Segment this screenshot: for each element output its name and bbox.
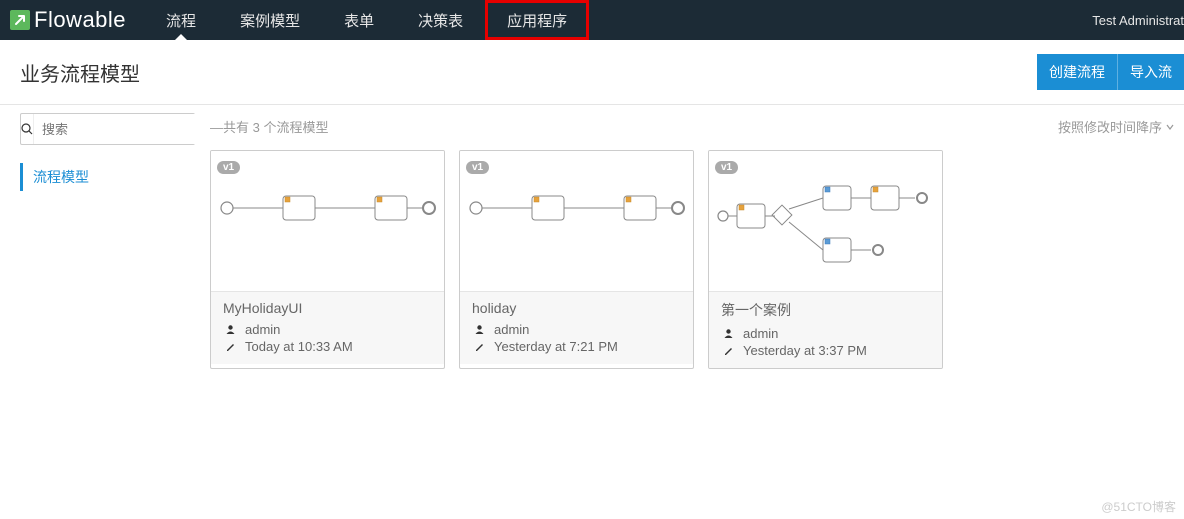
bpmn-diagram-icon [715, 178, 936, 281]
logo-text: Flowable [34, 7, 126, 33]
model-modified: Today at 10:33 AM [223, 339, 432, 354]
logo-icon [10, 10, 30, 30]
nav-tabs: 流程案例模型表单决策表应用程序 [144, 0, 589, 40]
model-count: —共有 3 个流程模型 [210, 117, 328, 136]
search-input[interactable] [34, 114, 226, 144]
model-modified: Yesterday at 7:21 PM [472, 339, 681, 354]
user-icon [721, 328, 735, 339]
sort-dropdown[interactable]: 按照修改时间降序 [1058, 117, 1174, 136]
modified-label: Yesterday at 3:37 PM [743, 343, 867, 358]
subheader-actions: 创建流程 导入流 [1037, 54, 1184, 90]
model-cards: v1 MyHolidayUI admin Today at 10:33 AM v1 hol… [210, 150, 1184, 369]
chevron-down-icon [1166, 119, 1174, 134]
version-badge: v1 [715, 161, 738, 174]
user-icon [223, 324, 237, 335]
version-badge: v1 [217, 161, 240, 174]
model-modified: Yesterday at 3:37 PM [721, 343, 930, 358]
watermark: @51CTO博客 [1101, 498, 1176, 515]
sidebar: 流程模型 [0, 105, 210, 369]
user-menu[interactable]: Test Administrat [1092, 0, 1184, 40]
search-icon [21, 114, 34, 144]
user-icon [472, 324, 486, 335]
import-process-button[interactable]: 导入流 [1118, 54, 1184, 90]
model-owner: admin [472, 322, 681, 337]
version-badge: v1 [466, 161, 489, 174]
navbar: Flowable 流程案例模型表单决策表应用程序 Test Administra… [0, 0, 1184, 40]
model-owner: admin [721, 326, 930, 341]
model-title: 第一个案例 [721, 300, 930, 320]
nav-tab-0[interactable]: 流程 [144, 0, 218, 40]
user-label: Test Administrat [1092, 13, 1184, 28]
main: —共有 3 个流程模型 按照修改时间降序 v1 MyHolidayUI admin T… [210, 105, 1184, 369]
model-info: MyHolidayUI admin Today at 10:33 AM [211, 291, 444, 364]
toolbar: —共有 3 个流程模型 按照修改时间降序 [210, 113, 1184, 150]
model-preview: v1 [709, 151, 942, 291]
sidebar-item-process-models[interactable]: 流程模型 [20, 163, 210, 191]
create-process-button[interactable]: 创建流程 [1037, 54, 1118, 90]
owner-label: admin [743, 326, 778, 341]
nav-tab-1[interactable]: 案例模型 [218, 0, 322, 40]
nav-tab-4[interactable]: 应用程序 [485, 0, 589, 40]
subheader: 业务流程模型 创建流程 导入流 [0, 40, 1184, 105]
modified-label: Yesterday at 7:21 PM [494, 339, 618, 354]
model-card[interactable]: v1 holiday admin Yesterday at 7:21 PM [459, 150, 694, 369]
bpmn-diagram-icon [217, 178, 438, 241]
content: 流程模型 —共有 3 个流程模型 按照修改时间降序 v1 MyHolidayUI a… [0, 105, 1184, 369]
model-info: 第一个案例 admin Yesterday at 3:37 PM [709, 291, 942, 368]
model-owner: admin [223, 322, 432, 337]
pencil-icon [721, 345, 735, 356]
nav-tab-3[interactable]: 决策表 [396, 0, 485, 40]
model-title: holiday [472, 300, 681, 316]
nav-tab-2[interactable]: 表单 [322, 0, 396, 40]
model-card[interactable]: v1 MyHolidayUI admin Today at 10:33 AM [210, 150, 445, 369]
model-preview: v1 [460, 151, 693, 291]
owner-label: admin [245, 322, 280, 337]
pencil-icon [223, 341, 237, 352]
model-card[interactable]: v1 第一个案例 admin Yesterday at 3:37 PM [708, 150, 943, 369]
model-info: holiday admin Yesterday at 7:21 PM [460, 291, 693, 364]
model-preview: v1 [211, 151, 444, 291]
pencil-icon [472, 341, 486, 352]
search-box[interactable] [20, 113, 195, 145]
modified-label: Today at 10:33 AM [245, 339, 353, 354]
bpmn-diagram-icon [466, 178, 687, 241]
sort-label: 按照修改时间降序 [1058, 117, 1162, 136]
model-title: MyHolidayUI [223, 300, 432, 316]
logo[interactable]: Flowable [0, 0, 144, 40]
owner-label: admin [494, 322, 529, 337]
page-title: 业务流程模型 [20, 58, 140, 87]
